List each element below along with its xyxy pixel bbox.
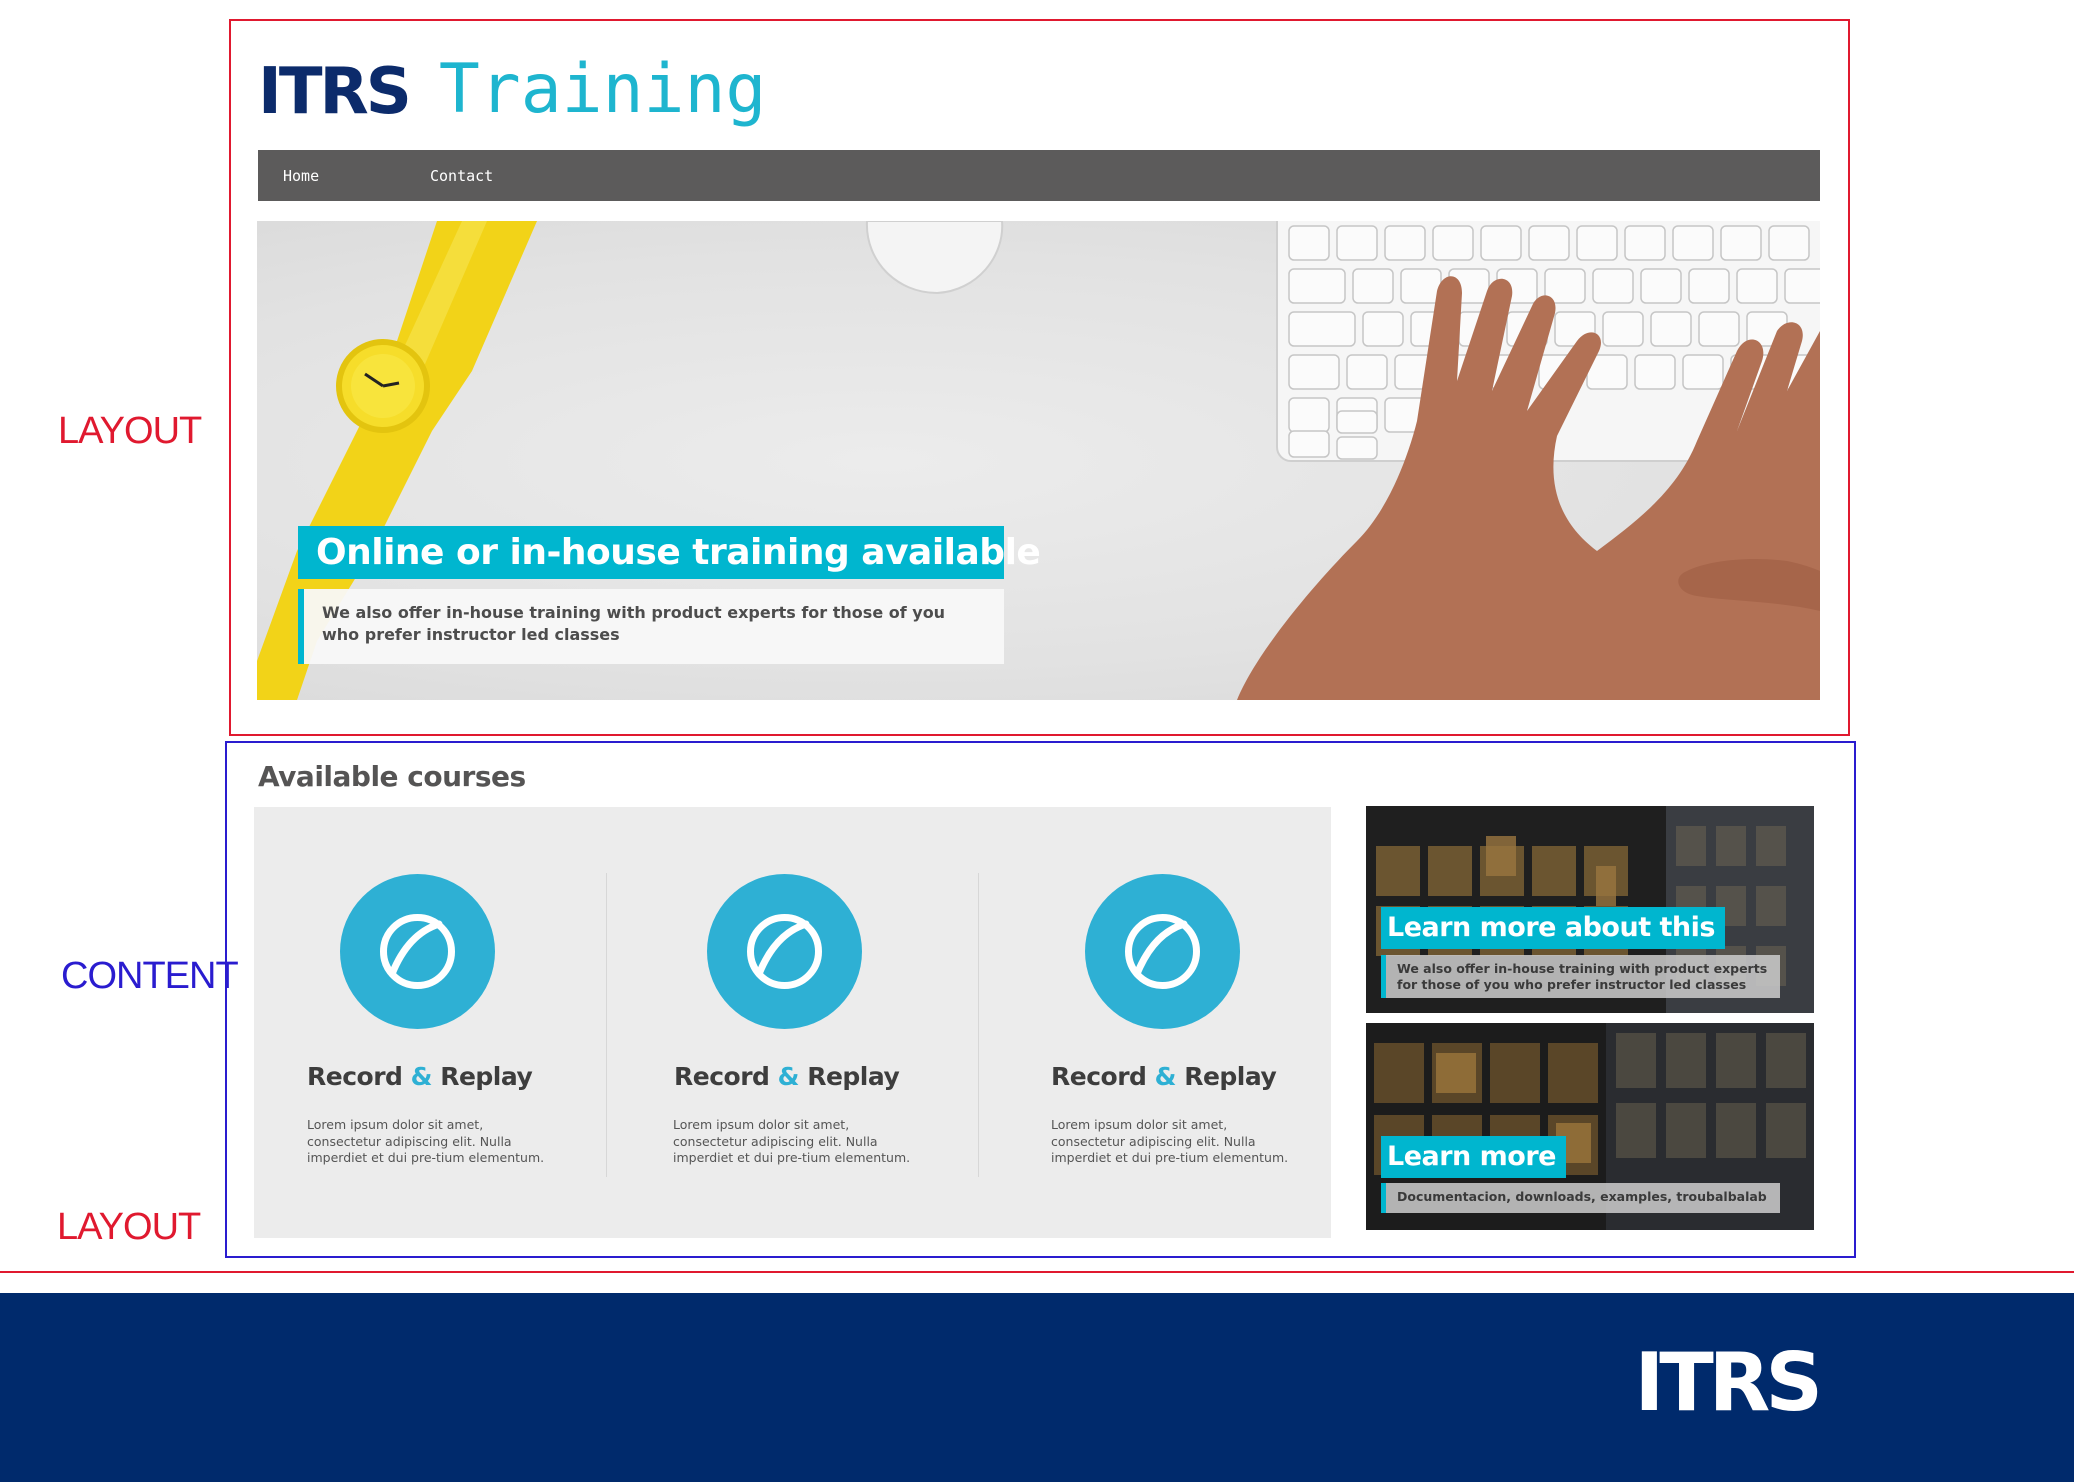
course-description: Lorem ipsum dolor sit amet, consectetur … xyxy=(1051,1117,1289,1165)
course-title-part2: Replay xyxy=(1184,1062,1277,1091)
layout-divider-line xyxy=(0,1271,2074,1273)
promo-card-learn-more[interactable]: Learn more Documentacion, downloads, exa… xyxy=(1366,1023,1814,1230)
nav-item-home[interactable]: Home xyxy=(283,167,430,185)
nav-item-contact[interactable]: Contact xyxy=(430,167,493,185)
course-card[interactable]: Record & Replay Lorem ipsum dolor sit am… xyxy=(673,807,973,1238)
course-description: Lorem ipsum dolor sit amet, consectetur … xyxy=(673,1117,911,1165)
course-card[interactable]: Record & Replay Lorem ipsum dolor sit am… xyxy=(307,807,607,1238)
hero-banner: Online or in-house training available We… xyxy=(257,221,1820,700)
course-icon xyxy=(340,874,495,1029)
course-divider xyxy=(606,873,607,1177)
ring-logo-icon xyxy=(747,914,822,989)
site-logo[interactable]: ITRS Training xyxy=(258,44,767,129)
hero-description: We also offer in-house training with pro… xyxy=(298,589,1004,664)
course-icon xyxy=(707,874,862,1029)
course-card[interactable]: Record & Replay Lorem ipsum dolor sit am… xyxy=(1051,807,1311,1238)
course-title-part1: Record xyxy=(674,1062,770,1091)
footer-logo[interactable]: ITRS xyxy=(1634,1343,1823,1423)
course-title-part2: Replay xyxy=(807,1062,900,1091)
annotation-layout-bottom: LAYOUT xyxy=(57,1206,201,1248)
course-title-ampersand: & xyxy=(777,1062,800,1091)
main-nav: Home Contact xyxy=(258,150,1820,201)
annotation-content: CONTENT xyxy=(61,955,239,997)
logo-brand: ITRS xyxy=(258,55,412,129)
course-title-part2: Replay xyxy=(440,1062,533,1091)
course-title: Record & Replay xyxy=(674,1062,900,1091)
course-title-part1: Record xyxy=(1051,1062,1147,1091)
course-description: Lorem ipsum dolor sit amet, consectetur … xyxy=(307,1117,545,1165)
promo-description: We also offer in-house training with pro… xyxy=(1381,955,1780,998)
course-title-ampersand: & xyxy=(410,1062,433,1091)
promo-title: Learn more about this xyxy=(1381,907,1725,949)
logo-product: Training xyxy=(438,50,767,129)
course-title: Record & Replay xyxy=(1051,1062,1277,1091)
course-icon xyxy=(1085,874,1240,1029)
promo-title: Learn more xyxy=(1381,1136,1566,1178)
course-title-part1: Record xyxy=(307,1062,403,1091)
ring-logo-icon xyxy=(1125,914,1200,989)
course-divider xyxy=(978,873,979,1177)
promo-description: Documentacion, downloads, examples, trou… xyxy=(1381,1183,1780,1213)
annotation-layout-top: LAYOUT xyxy=(58,410,202,452)
course-title-ampersand: & xyxy=(1154,1062,1177,1091)
promo-card-learn-more-about[interactable]: Learn more about this We also offer in-h… xyxy=(1366,806,1814,1013)
course-title: Record & Replay xyxy=(307,1062,533,1091)
ring-logo-icon xyxy=(380,914,455,989)
section-title: Available courses xyxy=(258,760,526,793)
hero-title: Online or in-house training available xyxy=(298,526,1041,579)
site-footer: ITRS xyxy=(0,1293,2074,1482)
courses-panel: Record & Replay Lorem ipsum dolor sit am… xyxy=(254,807,1331,1238)
